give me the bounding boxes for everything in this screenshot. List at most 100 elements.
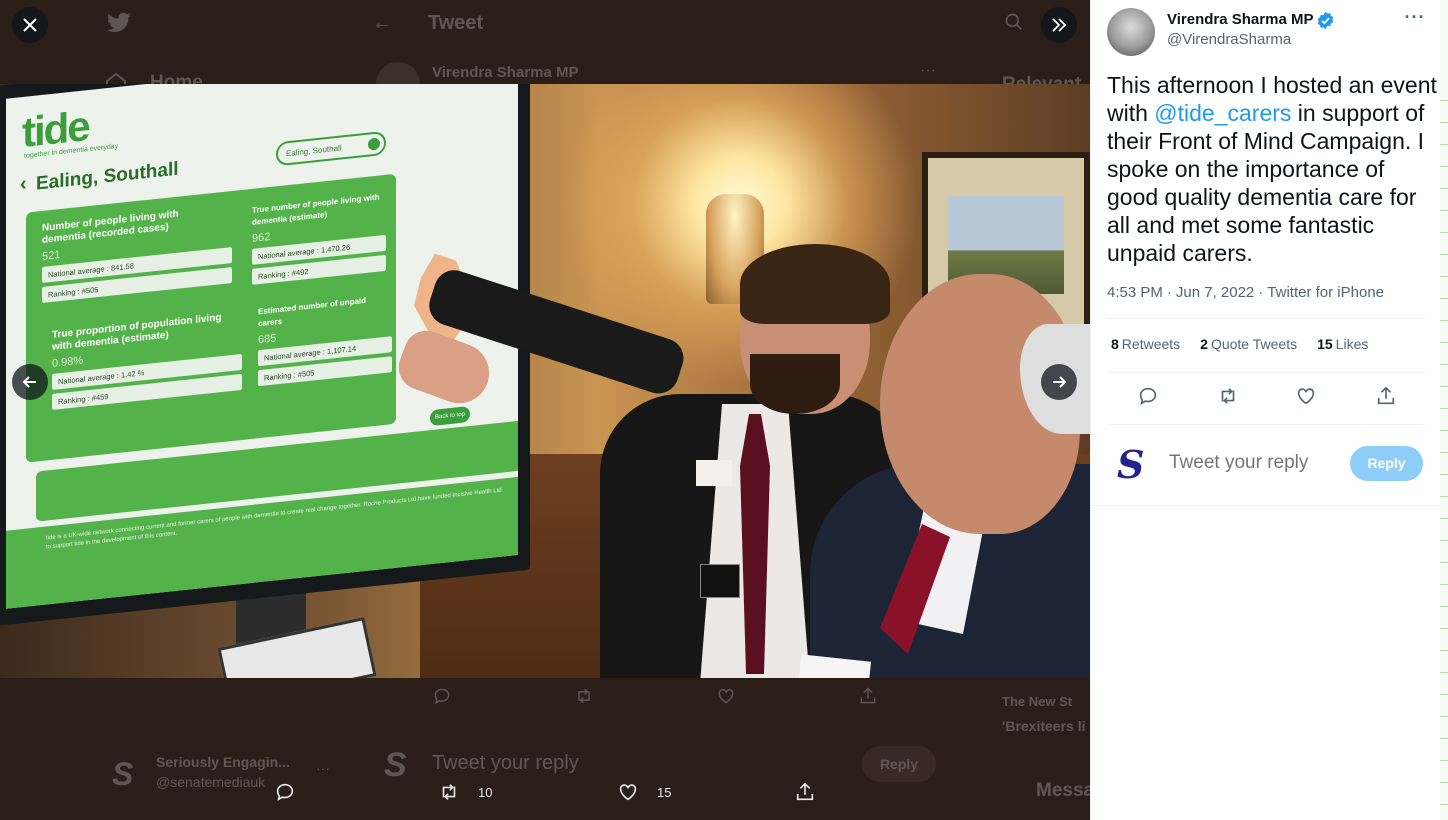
reply-icon [434, 688, 450, 705]
strip-gridline [1440, 430, 1448, 431]
tweet-detail-panel: Virendra Sharma MP @VirendraSharma ··· T… [1090, 0, 1448, 820]
tweet-text: This afternoon I hosted an event with @t… [1107, 71, 1437, 267]
quote-tweets-count: 2 [1200, 336, 1208, 352]
share-icon [860, 687, 876, 704]
divider [1107, 372, 1425, 373]
news-source: The New St [1002, 694, 1073, 709]
like-icon[interactable] [1295, 385, 1317, 407]
media-reply-button[interactable] [274, 774, 296, 810]
likes-stat[interactable]: 15 Likes [1317, 336, 1368, 352]
verified-badge-icon [1317, 11, 1334, 30]
tweet-source[interactable]: Twitter for iPhone [1267, 284, 1384, 301]
strip-gridline [1440, 386, 1448, 387]
double-chevron-right-icon [1052, 18, 1067, 32]
retweet-icon[interactable] [1217, 385, 1239, 407]
name-badge [696, 460, 732, 486]
retweet-count: 10 [478, 784, 493, 800]
arrow-left-icon [22, 376, 36, 388]
media-share-button[interactable] [794, 774, 816, 810]
lanyard-badge [700, 564, 740, 598]
close-button[interactable] [12, 7, 48, 43]
stat-block: Estimated number of unpaid carers 685 Na… [258, 292, 392, 387]
strip-gridline [1440, 606, 1448, 607]
strip-gridline [1440, 144, 1448, 145]
more-icon: ··· [920, 62, 936, 79]
strip-gridline [1440, 628, 1448, 629]
strip-gridline [1440, 760, 1448, 761]
likes-count: 15 [1317, 336, 1333, 352]
reply-icon[interactable] [1137, 385, 1159, 407]
strip-gridline [1440, 122, 1448, 123]
arrow-right-icon [1053, 376, 1067, 388]
media-like-button[interactable]: 15 [617, 774, 671, 810]
media-action-bar: 10 15 [0, 774, 1090, 810]
more-options-icon[interactable]: ··· [1401, 8, 1429, 30]
likes-label: Likes [1335, 336, 1369, 352]
strip-gridline [1440, 518, 1448, 519]
tweet-date[interactable]: Jun 7, 2022 [1176, 284, 1254, 301]
tweet-meta: 4:53 PM · Jun 7, 2022 · Twitter for iPhone [1107, 284, 1384, 301]
author-name: Virendra Sharma MP [432, 64, 579, 81]
strip-gridline [1440, 540, 1448, 541]
author-handle[interactable]: @VirendraSharma [1167, 31, 1291, 48]
previous-image-button[interactable] [12, 364, 48, 400]
strip-gridline [1440, 452, 1448, 453]
strip-gridline [1440, 232, 1448, 233]
reply-user-name: Seriously Engagin... [156, 754, 290, 770]
retweets-count: 8 [1111, 336, 1119, 352]
stat-block: True number of people living with dement… [252, 191, 386, 285]
screen-search-value: Ealing, Southall [286, 143, 342, 159]
strip-gridline [1440, 716, 1448, 717]
bg-reply-placeholder: Tweet your reply [432, 752, 579, 774]
meta-separator: · [1166, 284, 1172, 301]
region-title: Ealing, Southall [36, 158, 179, 195]
strip-gridline [1440, 320, 1448, 321]
author-avatar[interactable] [1107, 8, 1155, 56]
meta-separator: · [1258, 284, 1264, 301]
twitter-bird-icon [107, 12, 131, 32]
back-arrow-icon: ← [372, 12, 392, 34]
backdrop[interactable]: Home ← Tweet Virendra Sharma MP ··· Rele… [0, 0, 1090, 820]
strip-gridline [1440, 584, 1448, 585]
background-spreadsheet-strip [1440, 0, 1448, 820]
tweet-time[interactable]: 4:53 PM [1107, 284, 1163, 301]
mention-link[interactable]: @tide_carers [1154, 100, 1291, 126]
strip-gridline [1440, 276, 1448, 277]
screen-search: Ealing, Southall [276, 130, 386, 167]
next-image-button[interactable] [1041, 364, 1077, 400]
strip-gridline [1440, 738, 1448, 739]
share-icon [796, 782, 814, 801]
strip-gridline [1440, 672, 1448, 673]
reply-button[interactable]: Reply [1350, 446, 1423, 481]
retweets-label: Retweets [1121, 336, 1181, 352]
page-title: Tweet [428, 12, 484, 34]
close-icon [23, 18, 37, 32]
strip-gridline [1440, 298, 1448, 299]
presenter-hair [740, 244, 890, 324]
share-icon[interactable] [1375, 385, 1397, 407]
strip-gridline [1440, 562, 1448, 563]
strip-gridline [1440, 474, 1448, 475]
reply-input[interactable] [1169, 452, 1339, 474]
strip-gridline [1440, 804, 1448, 805]
strip-gridline [1440, 166, 1448, 167]
search-icon [368, 137, 380, 151]
retweet-icon [578, 688, 590, 704]
quote-tweets-label: Quote Tweets [1210, 336, 1298, 352]
like-icon [619, 784, 637, 801]
expand-button[interactable] [1041, 7, 1077, 43]
presenter-beard [750, 354, 840, 414]
divider [1107, 424, 1425, 425]
retweet-icon [442, 784, 456, 800]
strip-gridline [1440, 342, 1448, 343]
media-retweet-button[interactable]: 10 [438, 774, 492, 810]
strip-gridline [1440, 254, 1448, 255]
strip-gridline [1440, 650, 1448, 651]
like-icon [718, 688, 734, 704]
quote-tweets-stat[interactable]: 2 Quote Tweets [1200, 336, 1297, 352]
tweet-action-bar [1107, 382, 1425, 412]
retweets-stat[interactable]: 8 Retweets [1111, 336, 1180, 352]
author-name[interactable]: Virendra Sharma MP [1167, 11, 1313, 28]
tweet-photo[interactable]: tide together in dementia everyday ‹ Eal… [0, 84, 1090, 678]
strip-gridline [1440, 210, 1448, 211]
